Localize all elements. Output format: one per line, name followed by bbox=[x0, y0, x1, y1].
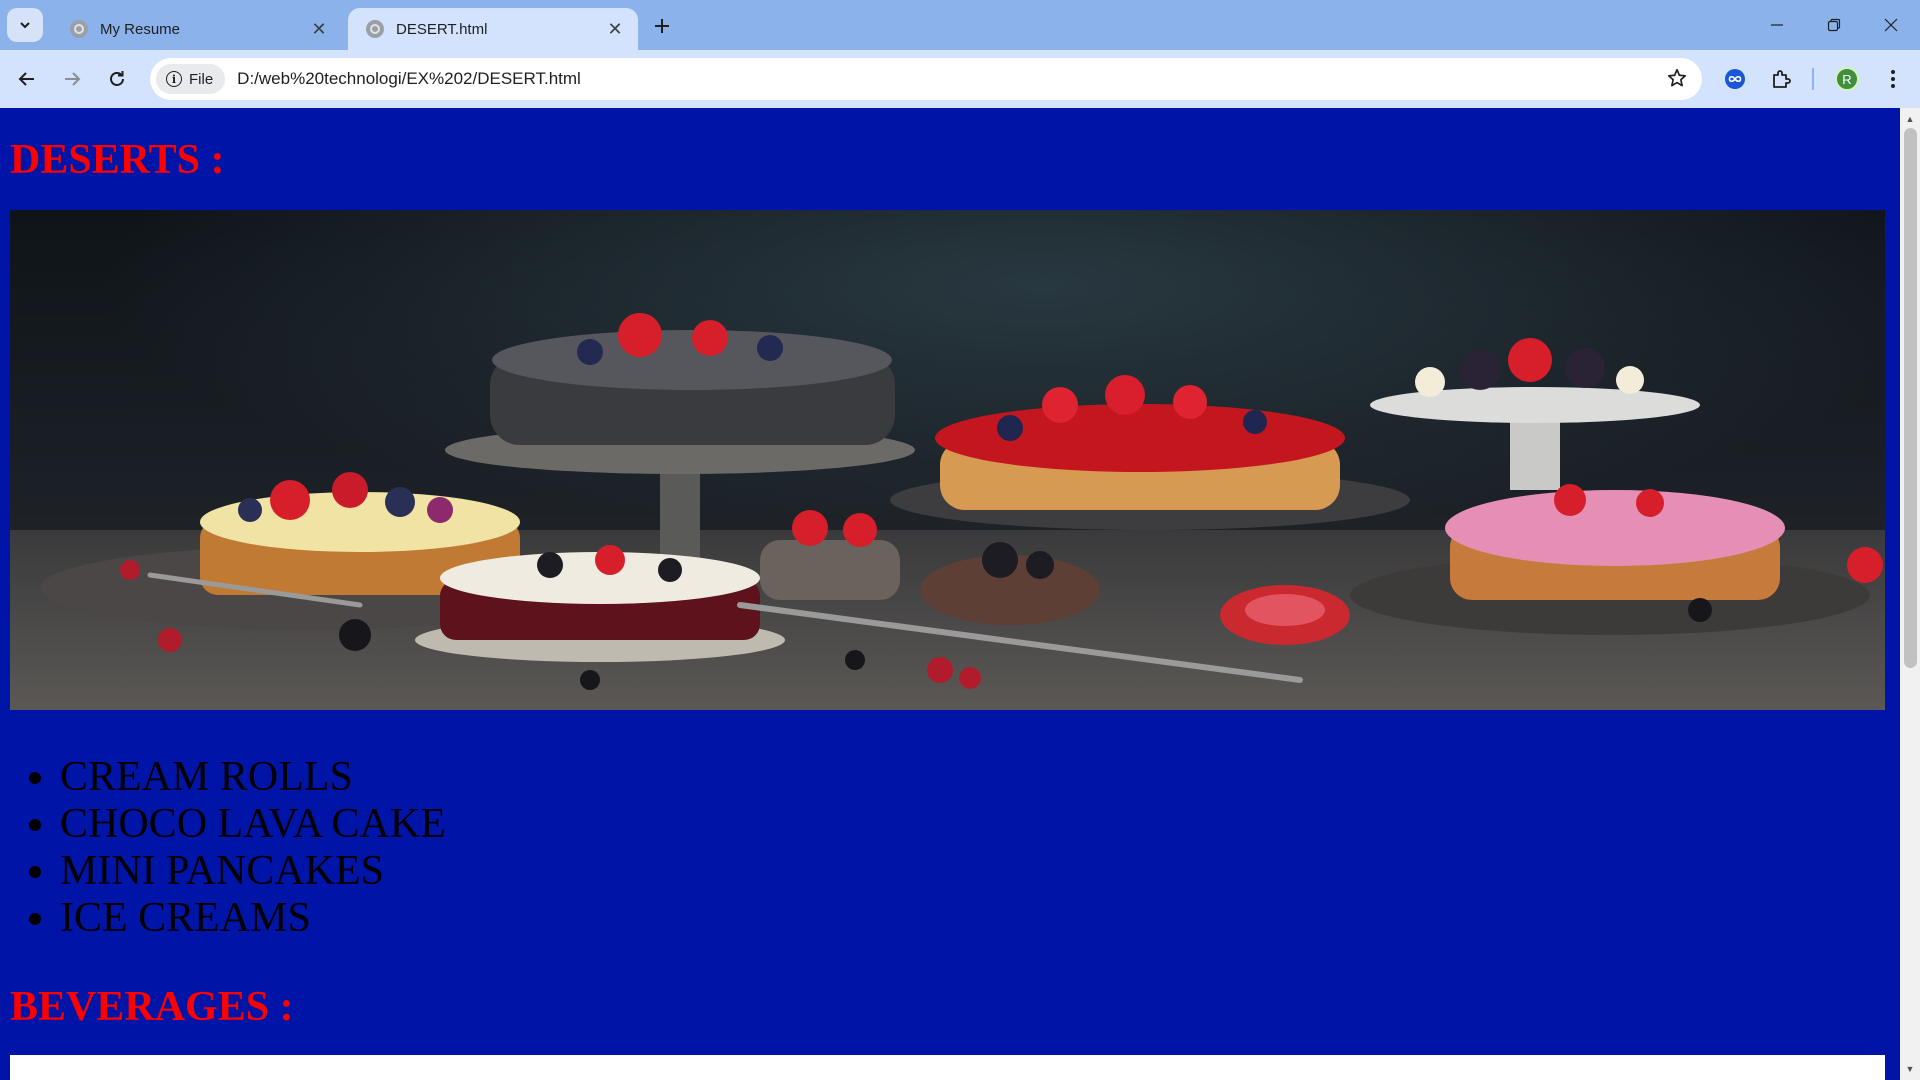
close-icon[interactable]: ✕ bbox=[308, 18, 330, 40]
desserts-hero-image bbox=[10, 210, 1885, 710]
reload-icon bbox=[110, 71, 124, 86]
globe-icon bbox=[70, 20, 88, 38]
scroll-down-arrow[interactable]: ▼ bbox=[1900, 1060, 1920, 1078]
reload-button[interactable] bbox=[100, 62, 134, 96]
browser-menu-button[interactable] bbox=[1876, 62, 1910, 96]
restore-button[interactable] bbox=[1805, 0, 1863, 50]
extension-button[interactable] bbox=[1718, 62, 1752, 96]
tab-strip: My Resume ✕ DESERT.html ✕ bbox=[0, 0, 1920, 50]
forward-button[interactable] bbox=[55, 62, 89, 96]
deserts-heading: DESERTS : bbox=[10, 137, 225, 183]
minimize-button[interactable] bbox=[1748, 0, 1806, 50]
window-close-button[interactable] bbox=[1862, 0, 1920, 50]
restore-icon bbox=[1827, 18, 1841, 32]
new-tab-button[interactable] bbox=[648, 12, 676, 40]
profile-button[interactable]: R bbox=[1830, 62, 1864, 96]
tab-search-button[interactable] bbox=[7, 8, 43, 42]
list-item: MINI PANCAKES bbox=[60, 848, 446, 895]
star-icon bbox=[1667, 68, 1687, 87]
beverages-heading: BEVERAGES : bbox=[10, 984, 294, 1030]
tab-title: My Resume bbox=[100, 20, 181, 38]
puzzle-icon bbox=[1773, 70, 1791, 88]
site-info-chip[interactable]: i File bbox=[156, 64, 226, 94]
tab-desert[interactable]: DESERT.html ✕ bbox=[348, 8, 638, 50]
plus-icon bbox=[655, 19, 669, 33]
cakes-illustration bbox=[10, 210, 1885, 710]
toolbar-separator bbox=[1812, 68, 1814, 90]
desserts-list: CREAM ROLLS CHOCO LAVA CAKE MINI PANCAKE… bbox=[60, 754, 446, 942]
infinity-icon bbox=[1725, 69, 1745, 89]
page-content: DESERTS : • CREAM ROLLS • CHOCO LAVA CAK… bbox=[0, 108, 1900, 1080]
tab-my-resume[interactable]: My Resume ✕ bbox=[52, 8, 342, 50]
globe-icon bbox=[366, 20, 384, 38]
back-arrow-icon bbox=[18, 72, 34, 86]
bookmark-button[interactable] bbox=[1666, 67, 1688, 94]
forward-arrow-icon bbox=[65, 72, 81, 86]
page-scrollbar[interactable]: ▲ ▼ bbox=[1900, 108, 1920, 1080]
avatar: R bbox=[1835, 67, 1859, 91]
address-bar[interactable]: i File D:/web%20technologi/EX%202/DESERT… bbox=[150, 58, 1702, 100]
extensions-menu-button[interactable] bbox=[1764, 62, 1798, 96]
chevron-down-icon bbox=[20, 22, 30, 29]
tab-title: DESERT.html bbox=[396, 20, 488, 38]
back-button[interactable] bbox=[10, 62, 44, 96]
url-text[interactable]: D:/web%20technologi/EX%202/DESERT.html bbox=[237, 69, 1702, 89]
list-item: CREAM ROLLS bbox=[60, 754, 446, 801]
site-chip-label: File bbox=[189, 70, 214, 88]
close-icon[interactable]: ✕ bbox=[604, 18, 626, 40]
browser-toolbar: i File D:/web%20technologi/EX%202/DESERT… bbox=[0, 50, 1920, 108]
beverages-image bbox=[10, 1055, 1885, 1080]
kebab-menu-icon bbox=[1891, 70, 1895, 88]
list-item: ICE CREAMS bbox=[60, 895, 446, 942]
close-icon bbox=[1884, 18, 1898, 32]
list-item: CHOCO LAVA CAKE bbox=[60, 801, 446, 848]
scroll-thumb[interactable] bbox=[1904, 128, 1917, 668]
scroll-up-arrow[interactable]: ▲ bbox=[1900, 110, 1920, 128]
info-icon: i bbox=[166, 71, 182, 87]
minimize-icon bbox=[1771, 24, 1783, 26]
